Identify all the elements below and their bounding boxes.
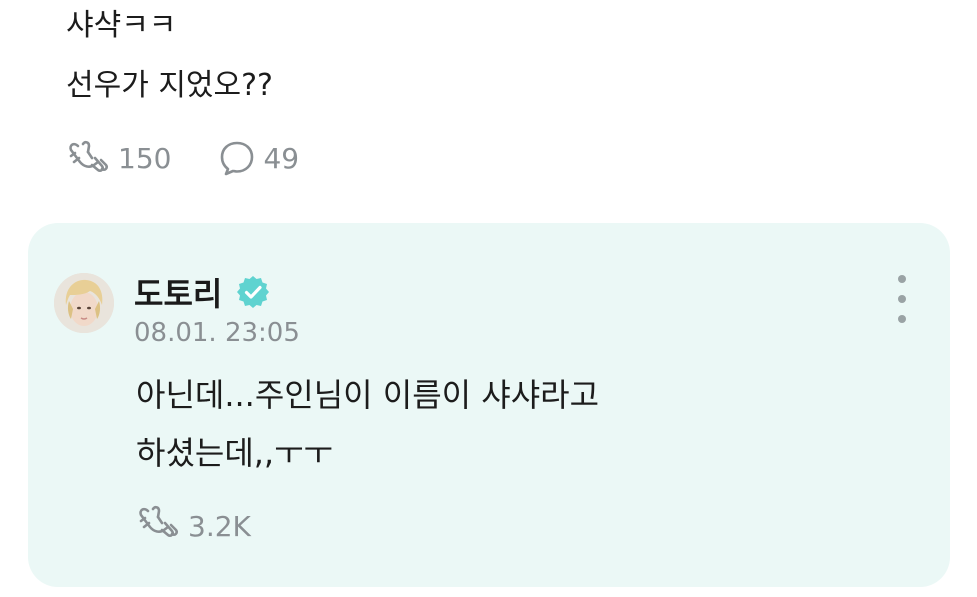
reply-like-count: 3.2K	[188, 510, 251, 543]
verified-badge-icon	[235, 274, 271, 310]
post: 샤샥ㅋㅋ 선우가 지었오?? 150 49	[66, 0, 946, 178]
screen: 샤샥ㅋㅋ 선우가 지었오?? 150 49 도토리 08.01. 23:05 아…	[0, 0, 977, 597]
avatar[interactable]	[54, 273, 114, 333]
reply-text: 아닌데...주인님이 이름이 샤샤라고 하셨는데,,ㅜㅜ	[136, 366, 599, 482]
reply-like-button[interactable]: 3.2K	[136, 503, 251, 550]
like-count: 150	[118, 141, 172, 175]
like-button[interactable]: 150	[66, 138, 171, 178]
post-text-line: 선우가 지었오??	[66, 68, 273, 103]
reply-timestamp: 08.01. 23:05	[134, 318, 300, 348]
post-text-line: 샤샥ㅋㅋ	[66, 8, 177, 43]
author-name[interactable]: 도토리	[134, 269, 222, 315]
speech-bubble-icon	[217, 138, 257, 178]
reply-text-line: 하셨는데,,ㅜㅜ	[136, 434, 333, 472]
reply-text-line: 아닌데...주인님이 이름이 샤샤라고	[136, 376, 600, 414]
more-options-button[interactable]	[888, 275, 916, 323]
heart-hands-like-icon	[136, 503, 182, 550]
post-stats: 150 49	[66, 138, 946, 178]
comment-count: 49	[263, 141, 300, 175]
heart-hands-like-icon	[66, 138, 112, 178]
more-vertical-icon	[898, 275, 906, 283]
reply-card: 도토리 08.01. 23:05 아닌데...주인님이 이름이 샤샤라고 하셨는…	[28, 223, 950, 587]
comment-button[interactable]: 49	[217, 138, 299, 178]
